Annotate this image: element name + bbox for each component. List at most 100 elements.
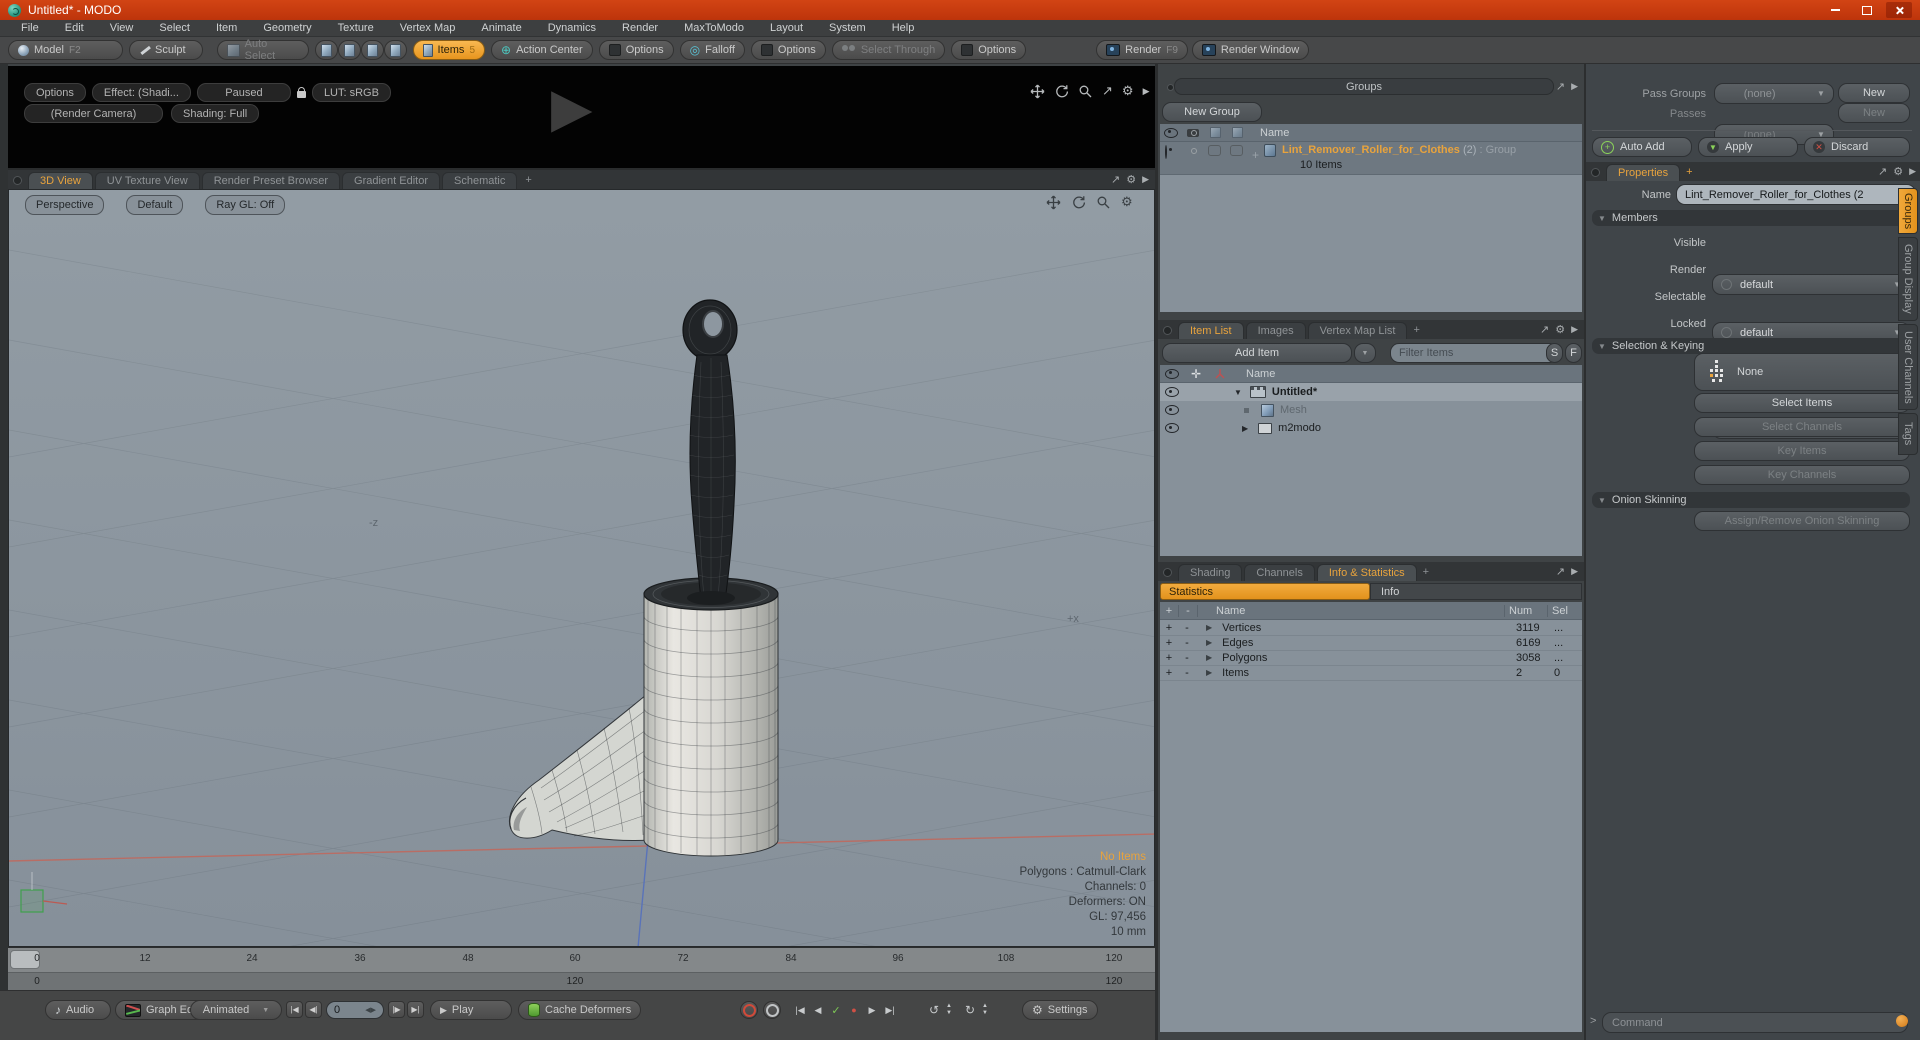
collapse-arrow-icon[interactable]: ▶ bbox=[1242, 424, 1248, 433]
maximize-button[interactable] bbox=[1854, 2, 1880, 18]
eye-icon[interactable] bbox=[1165, 423, 1179, 433]
apply-button[interactable]: ▼ Apply bbox=[1698, 137, 1798, 157]
preview-lut-button[interactable]: LUT: sRGB bbox=[311, 83, 391, 102]
panel-menu-arrow-icon[interactable]: ▶ bbox=[1909, 166, 1916, 177]
next-frame-button[interactable]: ▶ bbox=[864, 1005, 880, 1016]
subtab-info[interactable]: Info bbox=[1370, 583, 1582, 600]
item-row-scene[interactable]: ▼ Untitled* bbox=[1160, 383, 1582, 401]
visible-dropdown[interactable]: default ▼ bbox=[1712, 274, 1910, 295]
panel-menu-dot[interactable] bbox=[13, 176, 22, 185]
panel-menu-dot[interactable] bbox=[1591, 168, 1600, 177]
viewport-projection-button[interactable]: Perspective bbox=[25, 195, 105, 215]
menu-dynamics[interactable]: Dynamics bbox=[535, 22, 609, 34]
expand-plus-icon[interactable]: + bbox=[1252, 148, 1259, 162]
gear-icon[interactable]: ⚙ bbox=[1555, 323, 1565, 336]
menu-layout[interactable]: Layout bbox=[757, 22, 816, 34]
prev-key-button[interactable]: |◀ bbox=[792, 1005, 808, 1016]
side-tab-groups[interactable]: Groups bbox=[1898, 188, 1918, 234]
add-tab-button[interactable]: + bbox=[525, 174, 531, 186]
key-channels-button[interactable]: Key Channels bbox=[1694, 465, 1910, 485]
step-back-button[interactable]: ◀| bbox=[305, 1001, 322, 1018]
subtab-statistics[interactable]: Statistics bbox=[1160, 583, 1370, 600]
cube-column-icon[interactable] bbox=[1231, 127, 1243, 138]
expand-icon[interactable]: ↗ bbox=[1556, 565, 1565, 578]
select-polygons-button[interactable] bbox=[361, 40, 384, 60]
groups-panel-title-bar[interactable]: Groups bbox=[1174, 78, 1554, 95]
side-tab-user-channels[interactable]: User Channels bbox=[1898, 324, 1918, 410]
menu-edit[interactable]: Edit bbox=[52, 22, 97, 34]
action-center-options-button[interactable]: Options bbox=[598, 40, 674, 60]
preview-effect-button[interactable]: Effect: (Shadi... bbox=[91, 83, 191, 102]
loop-forward-icon[interactable]: ↻ bbox=[962, 1003, 978, 1017]
loop-backward-icon[interactable]: ↺ bbox=[926, 1003, 942, 1017]
collapse-minus[interactable]: - bbox=[1178, 652, 1196, 664]
tab-properties[interactable]: Properties bbox=[1606, 164, 1681, 181]
tab-gradient-editor[interactable]: Gradient Editor bbox=[342, 172, 440, 189]
zoom-icon[interactable] bbox=[1096, 195, 1111, 210]
panel-menu-dot[interactable] bbox=[1163, 326, 1172, 335]
pass-groups-dropdown[interactable]: (none) ▼ bbox=[1714, 83, 1834, 104]
current-frame-field[interactable]: 0 ◀▶ bbox=[326, 1001, 384, 1019]
discard-button[interactable]: ✕ Discard bbox=[1804, 137, 1910, 157]
action-center-button[interactable]: ⊕ Action Center bbox=[491, 40, 593, 60]
axis-column-icon[interactable] bbox=[1208, 368, 1232, 379]
eye-icon[interactable] bbox=[1165, 387, 1179, 397]
search-mode-s-button[interactable]: S bbox=[1546, 343, 1563, 363]
tab-item-list[interactable]: Item List bbox=[1178, 322, 1244, 339]
preview-options-button[interactable]: Options bbox=[24, 83, 86, 102]
item-row-mesh[interactable]: Mesh bbox=[1160, 401, 1582, 419]
menu-render[interactable]: Render bbox=[609, 22, 671, 34]
add-tab-button[interactable]: + bbox=[1423, 566, 1429, 578]
selection-keying-section-header[interactable]: ▼ Selection & Keying bbox=[1592, 338, 1910, 354]
none-mode-button[interactable]: None bbox=[1694, 353, 1910, 391]
expand-icon[interactable]: ↗ bbox=[1540, 323, 1549, 336]
expand-plus[interactable]: + bbox=[1160, 637, 1178, 649]
new-pass-group-button[interactable]: New bbox=[1838, 83, 1910, 103]
expand-icon[interactable]: ↗ bbox=[1878, 165, 1887, 178]
settings-button[interactable]: ⚙ Settings bbox=[1022, 1000, 1098, 1020]
select-through-options-button[interactable]: Options bbox=[951, 40, 1027, 60]
menu-animate[interactable]: Animate bbox=[468, 22, 534, 34]
zoom-icon[interactable] bbox=[1078, 84, 1093, 99]
expand-arrow-icon[interactable]: ▼ bbox=[1234, 388, 1242, 397]
row-arrow-icon[interactable]: ▶ bbox=[1206, 638, 1212, 647]
select-items-mode-button[interactable]: Items 5 bbox=[413, 40, 485, 60]
expand-icon[interactable]: ↗ bbox=[1556, 80, 1565, 93]
panel-menu-arrow-icon[interactable]: ▶ bbox=[1143, 86, 1150, 97]
menu-texture[interactable]: Texture bbox=[325, 22, 387, 34]
loop-step-icons[interactable]: ▲ ▼ bbox=[946, 1003, 952, 1017]
select-through-button[interactable]: Select Through bbox=[831, 40, 946, 60]
auto-select-button[interactable]: Auto Select bbox=[217, 38, 309, 62]
audio-button[interactable]: ♪ Audio bbox=[45, 1000, 111, 1020]
add-item-button[interactable]: Add Item bbox=[1162, 343, 1352, 363]
render-column-icon[interactable] bbox=[1187, 128, 1199, 137]
orbit-icon[interactable] bbox=[1054, 84, 1069, 99]
next-key-button[interactable]: ▶| bbox=[882, 1005, 898, 1016]
menu-geometry[interactable]: Geometry bbox=[250, 22, 324, 34]
select-items-button[interactable]: Select Items bbox=[1694, 393, 1910, 413]
gear-icon[interactable]: ⚙ bbox=[1893, 165, 1903, 178]
eye-icon[interactable] bbox=[1165, 405, 1179, 415]
preview-camera-button[interactable]: (Render Camera) bbox=[24, 104, 163, 123]
falloff-options-button[interactable]: Options bbox=[750, 40, 826, 60]
move-column-icon[interactable]: ✛ bbox=[1184, 367, 1208, 381]
menu-vertex-map[interactable]: Vertex Map bbox=[387, 22, 469, 34]
step-forward-button[interactable]: |▶ bbox=[388, 1001, 405, 1018]
select-channels-button[interactable]: Select Channels bbox=[1694, 417, 1910, 437]
preview-shading-button[interactable]: Shading: Full bbox=[171, 104, 260, 123]
timeline-ruler-range[interactable]: 0 120 120 bbox=[8, 972, 1155, 991]
auto-key-button[interactable] bbox=[740, 1001, 758, 1019]
remove-key-button[interactable]: ● bbox=[846, 1005, 862, 1015]
key-mode-button[interactable] bbox=[763, 1001, 781, 1019]
side-tab-group-display[interactable]: Group Display bbox=[1898, 237, 1918, 321]
panel-menu-arrow-icon[interactable]: ▶ bbox=[1142, 174, 1149, 185]
loop-step-icons[interactable]: ▲ ▼ bbox=[982, 1003, 988, 1017]
menu-view[interactable]: View bbox=[97, 22, 147, 34]
checkbox[interactable] bbox=[1208, 145, 1221, 156]
model-mode-button[interactable]: Model F2 bbox=[8, 40, 123, 60]
new-pass-button[interactable]: New bbox=[1838, 103, 1910, 123]
add-key-button[interactable]: ✓ bbox=[828, 1004, 844, 1017]
row-arrow-icon[interactable]: ▶ bbox=[1206, 623, 1212, 632]
tab-3d-view[interactable]: 3D View bbox=[28, 172, 93, 189]
group-row[interactable]: + Lint_Remover_Roller_for_Clothes (2) : … bbox=[1160, 142, 1582, 175]
